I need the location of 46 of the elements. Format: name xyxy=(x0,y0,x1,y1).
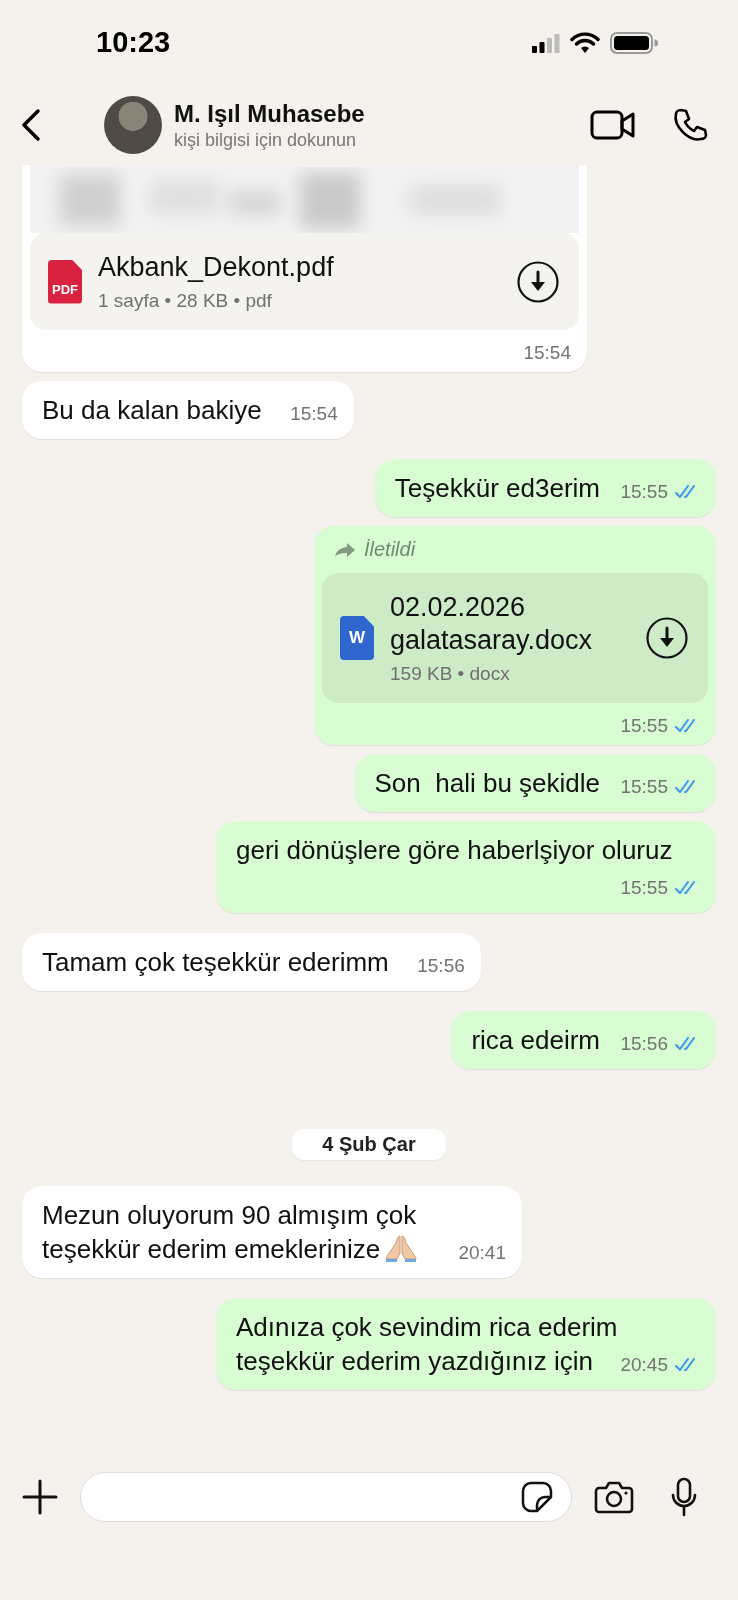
outgoing-message: Adınıza çok sevindim rica ederim teşekkür ederim yazdığınız için 20:45 xyxy=(216,1298,716,1390)
phone-icon[interactable] xyxy=(672,107,708,143)
sticker-icon[interactable] xyxy=(521,1481,553,1513)
back-icon[interactable] xyxy=(20,108,42,142)
contact-subtitle[interactable]: kişi bilgisi için dokunun xyxy=(174,129,578,151)
message-time: 15:55 xyxy=(620,876,668,900)
contact-name[interactable]: M. Işıl Muhasebe xyxy=(174,99,578,128)
word-file-icon: W xyxy=(340,616,374,660)
message-time: 15:56 xyxy=(417,954,465,978)
file-card[interactable]: PDF Akbank_Dekont.pdf 1 sayfa • 28 KB • pdf xyxy=(30,233,579,330)
video-call-icon[interactable] xyxy=(590,109,636,141)
message-time: 15:55 xyxy=(620,775,668,799)
download-icon[interactable] xyxy=(646,617,688,659)
signal-icon xyxy=(532,32,560,53)
message-time: 15:55 xyxy=(620,715,668,737)
message-time: 20:45 xyxy=(620,1353,668,1377)
outgoing-message: Teşekkür ed3erim 15:55 xyxy=(374,459,716,517)
download-icon[interactable] xyxy=(517,260,559,303)
message-time: 20:41 xyxy=(458,1241,506,1265)
avatar[interactable] xyxy=(104,96,162,154)
date-divider: 4 Şub Çar xyxy=(292,1129,446,1160)
file-details: 159 KB • docx xyxy=(390,663,511,685)
incoming-message: Tamam çok teşekkür ederimm 15:56 xyxy=(22,933,481,991)
message-time: 15:55 xyxy=(620,480,668,504)
outgoing-message: geri dönüşlere göre haberlşiyor oluruz 15:55 xyxy=(216,821,716,913)
microphone-icon[interactable] xyxy=(670,1477,698,1517)
add-icon[interactable] xyxy=(22,1479,58,1515)
file-details: 1 sayfa • 28 KB • pdf xyxy=(98,290,273,312)
message-time: 15:54 xyxy=(290,402,338,426)
file-name: Akbank_Dekont.pdf xyxy=(98,251,335,284)
wifi-icon xyxy=(570,31,600,54)
status-time: 10:23 xyxy=(96,26,171,59)
incoming-message: Mezun oluyorum 90 almışım çok teşekkür ederim emeklerinize 20:41 xyxy=(22,1186,522,1278)
camera-icon[interactable] xyxy=(594,1480,634,1514)
incoming-message: Bu da kalan bakiye 15:54 xyxy=(22,381,354,439)
message-time: 15:56 xyxy=(620,1032,668,1056)
forward-icon xyxy=(334,541,356,558)
battery-icon xyxy=(610,31,658,54)
outgoing-message: Son hali bu şekidle 15:55 xyxy=(354,754,716,812)
message-time: 15:54 xyxy=(523,342,571,364)
message-input-field[interactable] xyxy=(80,1472,572,1522)
outgoing-message: rica edeirm 15:56 xyxy=(451,1011,716,1069)
file-card[interactable]: W 02.02.2026 galatasaray.docx 159 KB • docx xyxy=(322,573,708,703)
pdf-file-icon: PDF xyxy=(48,259,82,304)
forwarded-label: İletildi xyxy=(364,538,416,561)
file-name: 02.02.2026 galatasaray.docx xyxy=(390,591,594,657)
